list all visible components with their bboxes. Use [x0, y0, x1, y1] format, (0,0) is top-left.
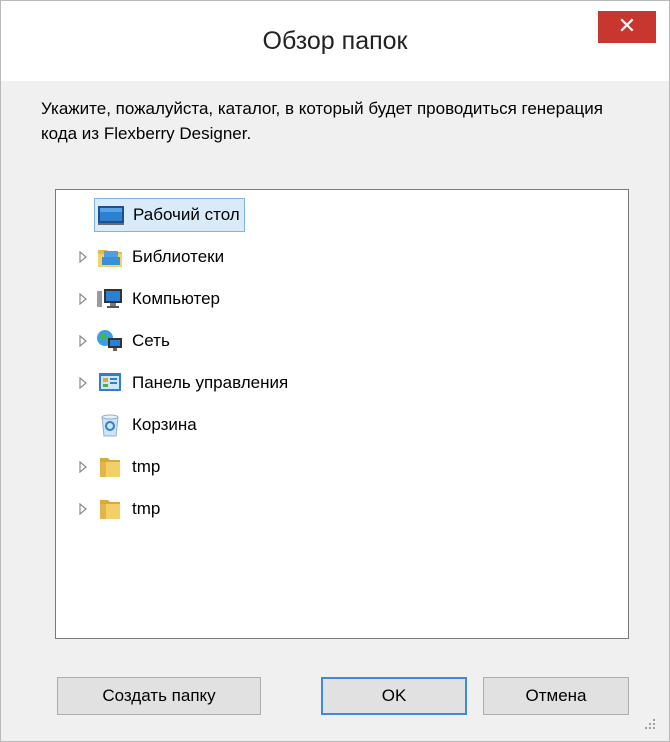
tree-node[interactable]: Библиотеки — [94, 240, 228, 274]
close-button[interactable]: ✕ — [598, 11, 656, 43]
expand-arrow-icon[interactable] — [78, 240, 88, 274]
cancel-button[interactable]: Отмена — [483, 677, 629, 715]
browse-folder-dialog: Обзор папок ✕ Укажите, пожалуйста, катал… — [0, 0, 670, 742]
control-panel-icon — [96, 371, 124, 395]
title-bar[interactable]: Обзор папок ✕ — [1, 1, 669, 81]
dialog-title: Обзор папок — [262, 27, 408, 55]
tree-node[interactable]: Компьютер — [94, 282, 224, 316]
computer-icon — [96, 287, 124, 311]
tree-item-label: Сеть — [132, 331, 170, 350]
tree-item-label: Компьютер — [132, 289, 220, 308]
folder-icon — [96, 497, 124, 521]
close-icon: ✕ — [617, 14, 637, 39]
ok-button[interactable]: OK — [321, 677, 467, 715]
network-icon — [96, 329, 124, 353]
tree-node[interactable]: Панель управления — [94, 366, 292, 400]
recycle-bin-icon — [96, 413, 124, 437]
new-folder-button[interactable]: Создать папку — [57, 677, 261, 715]
resize-grip-icon[interactable] — [641, 715, 657, 731]
expand-arrow-icon[interactable] — [78, 492, 88, 526]
tree-item-label: Библиотеки — [132, 247, 225, 266]
expand-arrow-icon[interactable] — [78, 450, 88, 484]
tree-item-label: Рабочий стол — [133, 205, 240, 224]
expand-arrow-icon[interactable] — [78, 282, 88, 316]
folder-tree[interactable]: Рабочий стол Библиотеки Компьютер Сеть П… — [55, 189, 629, 639]
tree-node[interactable]: Корзина — [94, 408, 201, 442]
libraries-icon — [96, 245, 124, 269]
tree-item-label: Корзина — [132, 415, 197, 434]
tree-item-label: tmp — [132, 499, 161, 518]
tree-node[interactable]: tmp — [94, 450, 164, 484]
instruction-text: Укажите, пожалуйста, каталог, в который … — [41, 99, 603, 143]
tree-item-label: tmp — [132, 457, 161, 476]
tree-item-label: Панель управления — [132, 373, 289, 392]
tree-node[interactable]: tmp — [94, 492, 164, 526]
tree-node-selected[interactable]: Рабочий стол — [94, 198, 245, 232]
folder-icon — [96, 455, 124, 479]
desktop-icon — [97, 203, 125, 227]
expand-arrow-icon[interactable] — [78, 366, 88, 400]
tree-node[interactable]: Сеть — [94, 324, 174, 358]
expand-arrow-icon[interactable] — [78, 324, 88, 358]
